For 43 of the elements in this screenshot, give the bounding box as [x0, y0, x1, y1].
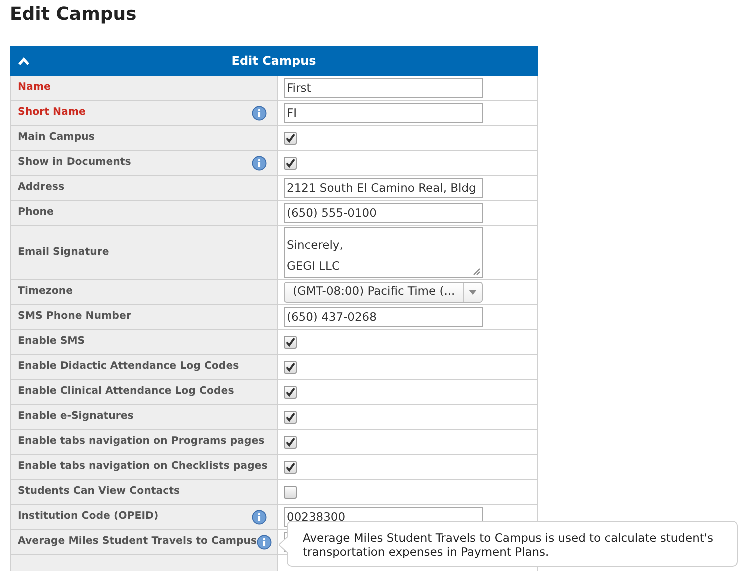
text-field[interactable]: First: [284, 78, 483, 98]
tooltip: Average Miles Student Travels to Campus is used to calculate student's transportation expenses in Payment Plans.: [287, 521, 738, 567]
field-label: Address: [18, 181, 66, 196]
field-label: Main Campus: [18, 131, 96, 146]
field-label: Short Name: [18, 106, 87, 120]
text-field[interactable]: (650) 555-0100: [284, 203, 483, 223]
field-label: Enable tabs navigation on Checklists pages: [18, 460, 268, 474]
text-area[interactable]: Sincerely, GEGI LLC: [284, 227, 483, 278]
resize-grip-icon[interactable]: [473, 268, 481, 276]
field-label: Phone: [18, 206, 55, 220]
checkbox[interactable]: [284, 410, 297, 424]
checkbox[interactable]: [284, 156, 297, 170]
text-field[interactable]: FI: [284, 103, 483, 123]
text-field[interactable]: (650) 437-0268: [284, 307, 483, 327]
checkbox[interactable]: [284, 386, 297, 398]
info-icon[interactable]: [252, 510, 267, 524]
field-label: Enable tabs navigation on Programs pages: [18, 435, 266, 450]
panel-title: Edit Campus: [232, 53, 316, 70]
checkbox[interactable]: [284, 460, 297, 474]
field-label: SMS Phone Number: [18, 310, 132, 324]
checkbox[interactable]: [284, 486, 297, 498]
field-label: Email Signature: [18, 246, 110, 260]
field-label: Students Can View Contacts: [18, 485, 182, 500]
field-label: Name: [18, 81, 52, 96]
field-label: Timezone: [18, 285, 74, 300]
field-label: Average Miles Student Travels to Campus: [18, 535, 258, 550]
info-icon[interactable]: [257, 534, 272, 550]
caret-icon: [469, 290, 477, 294]
info-icon[interactable]: [252, 106, 267, 120]
field-label: Enable Clinical Attendance Log Codes: [18, 385, 236, 400]
text-field[interactable]: 2121 South El Camino Real, Bldg: [284, 178, 483, 198]
field-label: Enable Didactic Attendance Log Codes: [18, 360, 240, 374]
checkbox[interactable]: [284, 132, 297, 144]
field-label: Show in Documents: [18, 156, 132, 170]
field-label: Institution Code (OPEID): [18, 510, 160, 524]
checkbox[interactable]: [284, 360, 297, 374]
field-label: Enable e-Signatures: [18, 410, 135, 424]
checkbox[interactable]: [284, 336, 297, 348]
checkbox[interactable]: [284, 436, 297, 448]
field-label: Enable SMS: [18, 335, 86, 350]
page-title: Edit Campus: [10, 3, 137, 26]
timezone-select[interactable]: (GMT-08:00) Pacific Time (...: [284, 282, 483, 302]
info-icon[interactable]: [252, 156, 267, 170]
